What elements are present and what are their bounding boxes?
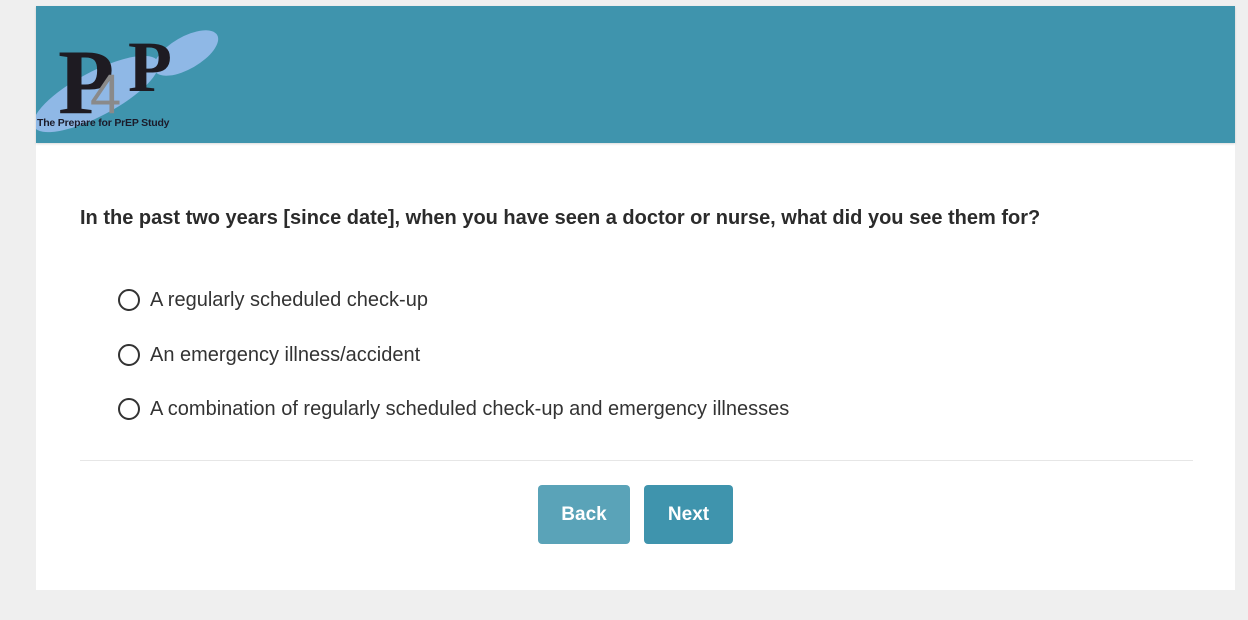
option-combination[interactable]: A combination of regularly scheduled che… bbox=[118, 396, 789, 422]
option-regular-checkup[interactable]: A regularly scheduled check-up bbox=[118, 287, 428, 313]
divider bbox=[80, 460, 1193, 461]
logo-digit-4: 4 bbox=[90, 62, 121, 125]
survey-card: P 4 P The Prepare for PrEP Study In the … bbox=[36, 6, 1235, 590]
logo-letter-p2: P bbox=[128, 27, 172, 107]
logo-tagline: The Prepare for PrEP Study bbox=[37, 117, 170, 129]
next-button[interactable]: Next bbox=[644, 485, 733, 544]
radio-button[interactable] bbox=[118, 398, 140, 420]
radio-button[interactable] bbox=[118, 289, 140, 311]
option-emergency-illness[interactable]: An emergency illness/accident bbox=[118, 342, 420, 368]
option-label: An emergency illness/accident bbox=[150, 343, 421, 366]
option-label: A regularly scheduled check-up bbox=[150, 288, 428, 311]
back-button[interactable]: Back bbox=[538, 485, 630, 544]
header-banner: P 4 P The Prepare for PrEP Study bbox=[36, 6, 1235, 143]
option-label: A combination of regularly scheduled che… bbox=[150, 397, 790, 420]
question-text: In the past two years [since date], when… bbox=[80, 207, 1041, 229]
radio-button[interactable] bbox=[118, 344, 140, 366]
